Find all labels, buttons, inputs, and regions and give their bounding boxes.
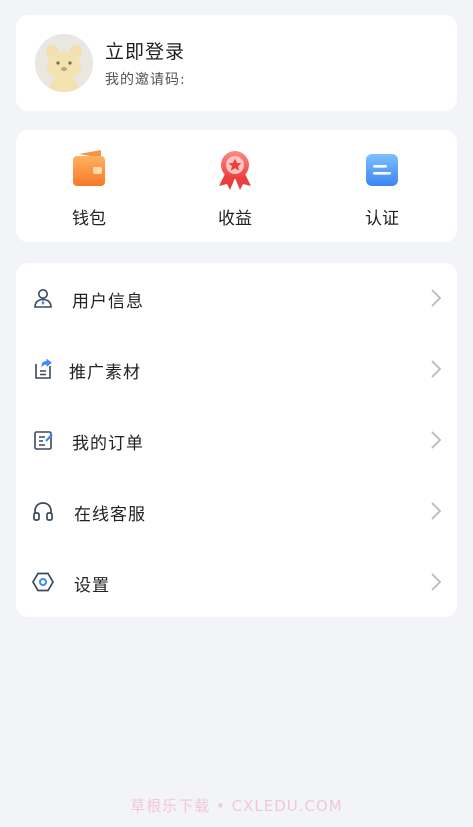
verification-label: 认证 — [365, 209, 399, 229]
menu-item-my-orders[interactable]: 我的订单 — [16, 405, 457, 475]
medal-icon — [217, 150, 253, 190]
menu-label-promo-materials: 推广素材 — [69, 363, 141, 383]
verification-button[interactable]: 认证 — [322, 130, 442, 242]
earnings-label: 收益 — [218, 209, 252, 229]
order-edit-icon — [32, 429, 54, 451]
chevron-right-icon — [429, 429, 443, 451]
earnings-button[interactable]: 收益 — [175, 130, 295, 242]
chevron-right-icon — [429, 500, 443, 522]
wallet-icon — [71, 150, 107, 190]
login-link[interactable]: 立即登录 — [105, 37, 185, 64]
settings-hexagon-icon — [32, 571, 54, 593]
watermark-text: 草根乐下载 • CXLEDU.COM — [130, 797, 343, 815]
menu-item-settings[interactable]: 设置 — [16, 547, 457, 617]
menu-card: 用户信息 推广素材 我的订单 在线客服 设置 — [16, 263, 457, 617]
user-icon — [32, 287, 54, 309]
menu-item-online-support[interactable]: 在线客服 — [16, 476, 457, 546]
menu-item-promo-materials[interactable]: 推广素材 — [16, 334, 457, 404]
invite-code-label: 我的邀请码: — [105, 72, 186, 88]
wallet-button[interactable]: 钱包 — [29, 130, 149, 242]
quick-actions-card: 钱包 收益 认证 — [16, 130, 457, 242]
menu-item-user-info[interactable]: 用户信息 — [16, 263, 457, 333]
headset-icon — [32, 500, 54, 522]
chevron-right-icon — [429, 571, 443, 593]
share-document-icon — [32, 358, 54, 380]
menu-label-settings: 设置 — [74, 576, 110, 596]
chevron-right-icon — [429, 287, 443, 309]
menu-label-my-orders: 我的订单 — [72, 434, 144, 454]
chevron-right-icon — [429, 358, 443, 380]
profile-card[interactable]: 立即登录 我的邀请码: — [16, 15, 457, 111]
menu-label-online-support: 在线客服 — [74, 505, 146, 525]
id-card-icon — [364, 150, 400, 190]
wallet-label: 钱包 — [72, 209, 106, 229]
bear-avatar-icon[interactable] — [35, 34, 93, 92]
menu-label-user-info: 用户信息 — [72, 292, 144, 312]
